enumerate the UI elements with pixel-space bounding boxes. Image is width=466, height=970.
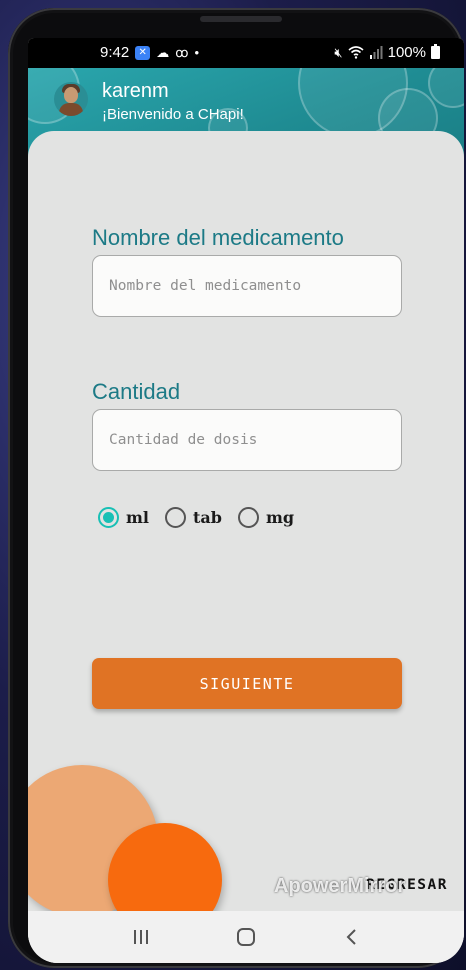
radio-ml[interactable]: ml [98,507,149,528]
medication-name-input[interactable] [92,255,402,317]
radio-label-tab: tab [193,508,222,527]
form-card: Nombre del medicamento Cantidad ml tab m… [28,131,464,963]
phone-frame: 9:42 ✕ ☁ ꝏ • 🔇︎ 100% karenm ¡Bienvenido … [8,8,464,968]
cloud-icon: ☁ [156,44,170,60]
battery-percent: 100% [387,44,426,61]
radio-label-mg: mg [265,508,295,527]
app-screen: 9:42 ✕ ☁ ꝏ • 🔇︎ 100% karenm ¡Bienvenido … [28,38,464,963]
quantity-input[interactable] [92,409,402,471]
radio-mg[interactable]: mg [237,507,295,528]
radio-unchecked-icon[interactable] [237,507,259,528]
back-nav-icon[interactable] [331,917,371,957]
welcome-message: ¡Bienvenido a CHapi! [102,106,244,123]
watermark: ApowerMirror [274,875,406,897]
android-nav-bar [28,911,464,963]
voicemail-icon: ꝏ [175,44,189,60]
status-bar: 9:42 ✕ ☁ ꝏ • 🔇︎ 100% [28,38,464,68]
apowermirror-icon: ✕ [135,45,151,60]
medication-name-label: Nombre del medicamento [92,225,344,250]
status-time: 9:42 [100,44,130,61]
quantity-label: Cantidad [92,379,181,404]
radio-label-ml: ml [126,508,150,527]
radio-checked-icon[interactable] [98,507,119,528]
mute-icon: 🔇︎ [334,44,343,60]
home-icon[interactable] [226,917,266,957]
username: karenm [102,80,169,102]
next-button[interactable]: SIGUIENTE [92,658,402,709]
radio-unchecked-icon[interactable] [165,507,187,528]
unit-radio-group: ml tab mg [98,507,294,528]
avatar[interactable] [54,82,88,116]
signal-icon [369,46,383,59]
radio-tab[interactable]: tab [165,507,222,528]
dot-icon: • [194,45,200,60]
recent-apps-icon[interactable] [121,917,161,957]
wifi-icon [348,46,364,59]
phone-speaker [200,16,282,22]
battery-icon [431,44,440,59]
